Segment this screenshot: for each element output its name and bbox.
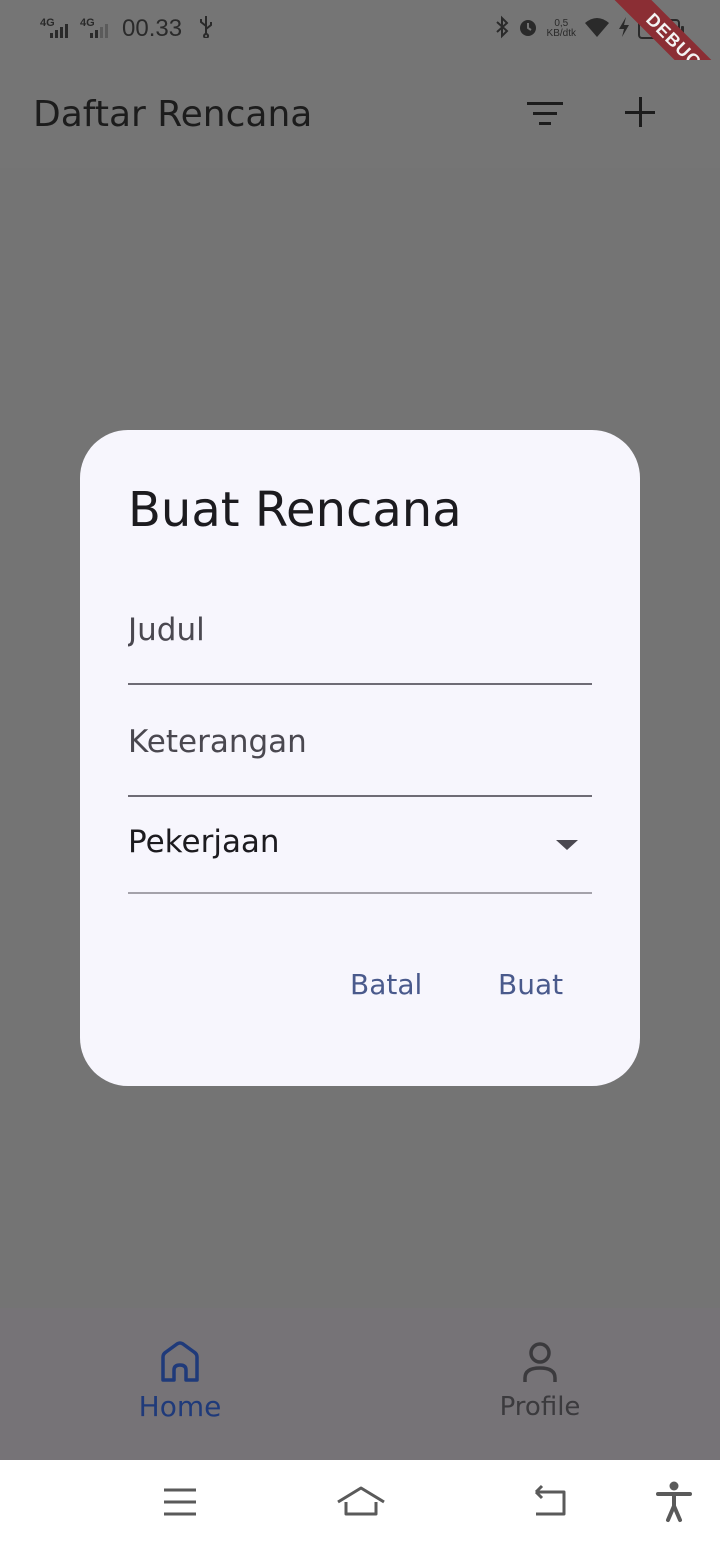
system-home-button[interactable] [336,1480,386,1524]
nav-item-home[interactable]: Home [0,1308,360,1460]
bluetooth-icon [495,15,509,44]
create-button[interactable]: Buat [498,968,563,1001]
alarm-icon [517,16,539,43]
title-input[interactable] [128,600,592,660]
cancel-button[interactable]: Batal [350,968,422,1001]
accessibility-button[interactable] [652,1480,696,1524]
status-bar: 4G 4G 00.33 0,5 KB/dtk [0,0,720,60]
filter-list-icon [527,101,563,105]
nav-label-profile: Profile [499,1392,581,1422]
nav-label-home: Home [138,1390,222,1423]
back-icon [526,1484,570,1528]
dialog-title: Buat Rencana [128,482,462,538]
page-title: Daftar Rencana [33,94,313,135]
system-navigation-bar [0,1460,720,1544]
category-value: Pekerjaan [128,824,280,860]
category-dropdown[interactable]: Pekerjaan [128,822,592,894]
create-plan-dialog: Buat Rencana Pekerjaan Batal Buat [80,430,640,1086]
status-time: 00.33 [122,15,183,42]
home-outline-icon [336,1486,386,1528]
app-bar: Daftar Rencana [0,60,720,168]
filter-button[interactable] [520,88,570,138]
description-input[interactable] [128,712,592,772]
add-button[interactable] [615,88,665,138]
recents-button[interactable] [158,1480,202,1524]
nav-item-profile[interactable]: Profile [360,1308,720,1460]
bottom-navigation: Home Profile [0,1308,720,1460]
status-left: 4G 4G 00.33 [40,14,214,44]
network-speed: 0,5 KB/dtk [547,19,576,39]
usb-icon [198,14,214,44]
dropdown-arrow-icon [556,840,578,850]
wifi-icon [584,16,610,43]
accessibility-icon [652,1481,696,1528]
home-icon [158,1340,202,1384]
charging-icon [618,16,630,43]
title-field [128,600,592,685]
signal-icon-sim1: 4G [40,17,74,41]
signal-icon-sim2: 4G [80,17,114,41]
person-icon [518,1340,562,1384]
menu-icon [158,1488,202,1528]
description-field [128,712,592,797]
net-speed-unit: KB/dtk [546,28,576,39]
back-button[interactable] [526,1480,570,1524]
